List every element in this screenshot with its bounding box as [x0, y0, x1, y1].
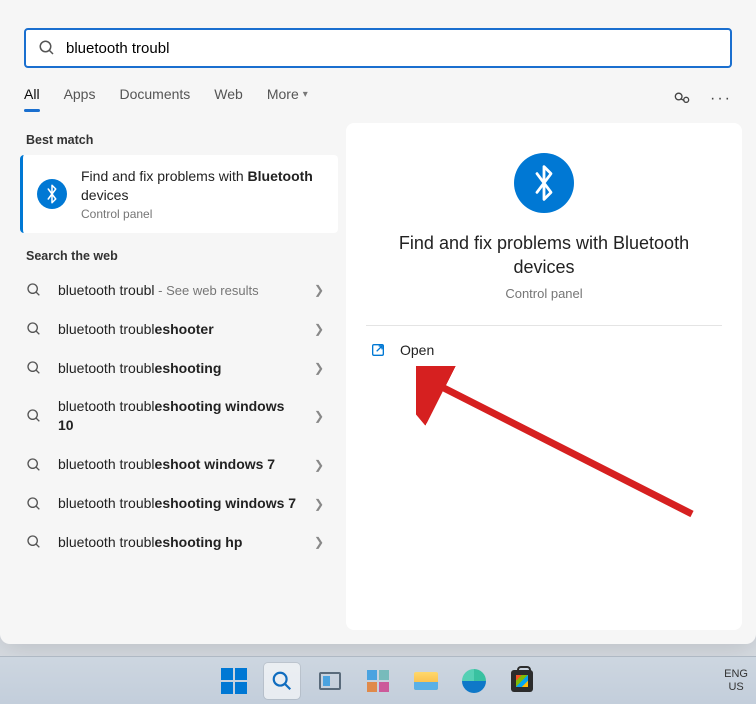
search-icon: [26, 534, 42, 550]
bluetooth-icon: [514, 153, 574, 213]
results-left-column: Best match Find and fix problems with Bl…: [8, 123, 338, 630]
open-external-icon: [370, 342, 386, 358]
search-web-label: Search the web: [8, 239, 338, 271]
web-result-text: bluetooth troubleshooting windows 10: [58, 397, 298, 435]
search-icon: [271, 670, 293, 692]
file-explorer-button[interactable]: [408, 663, 444, 699]
taskbar: ENG US: [0, 656, 756, 704]
web-result-item[interactable]: bluetooth troubleshooting ❯: [8, 349, 338, 388]
bluetooth-icon: [37, 179, 67, 209]
results-area: Best match Find and fix problems with Bl…: [0, 113, 756, 644]
tab-web[interactable]: Web: [214, 86, 243, 112]
chevron-right-icon: ❯: [314, 322, 324, 336]
task-view-button[interactable]: [312, 663, 348, 699]
search-bar[interactable]: [24, 28, 732, 68]
web-result-text: bluetooth troubleshoot windows 7: [58, 455, 298, 474]
search-icon: [38, 39, 56, 57]
search-icon: [26, 360, 42, 376]
task-view-icon: [319, 672, 341, 690]
chevron-right-icon: ❯: [314, 361, 324, 375]
web-result-item[interactable]: bluetooth troubleshooting hp ❯: [8, 523, 338, 562]
taskbar-system-tray: ENG US: [724, 668, 748, 692]
search-icon: [26, 457, 42, 473]
windows-search-panel: All Apps Documents Web More▾ ··· Best ma…: [0, 0, 756, 644]
search-bar-container: [0, 0, 756, 68]
start-button[interactable]: [216, 663, 252, 699]
web-result-text: bluetooth troubleshooting: [58, 359, 298, 378]
web-result-text: bluetooth troubleshooter: [58, 320, 298, 339]
detail-subtitle: Control panel: [505, 286, 582, 301]
web-result-text: bluetooth troubl - See web results: [58, 281, 298, 300]
tabs-row: All Apps Documents Web More▾ ···: [0, 68, 756, 113]
tab-documents[interactable]: Documents: [119, 86, 190, 112]
tab-apps[interactable]: Apps: [64, 86, 96, 112]
filter-tabs: All Apps Documents Web More▾: [24, 86, 308, 112]
best-match-label: Best match: [8, 123, 338, 155]
chevron-right-icon: ❯: [314, 458, 324, 472]
web-result-item[interactable]: bluetooth troubleshooting windows 7 ❯: [8, 484, 338, 523]
open-action[interactable]: Open: [366, 326, 722, 374]
search-input[interactable]: [56, 40, 718, 57]
windows-logo-icon: [221, 668, 247, 694]
search-icon: [26, 282, 42, 298]
detail-pane: Find and fix problems with Bluetooth dev…: [346, 123, 742, 630]
best-match-result[interactable]: Find and fix problems with Bluetooth dev…: [20, 155, 338, 233]
taskbar-search-button[interactable]: [264, 663, 300, 699]
chevron-right-icon: ❯: [314, 535, 324, 549]
web-result-text: bluetooth troubleshooting windows 7: [58, 494, 298, 513]
chevron-right-icon: ❯: [314, 283, 324, 297]
web-result-item[interactable]: bluetooth troubleshoot windows 7 ❯: [8, 445, 338, 484]
widgets-icon: [367, 670, 389, 692]
edge-button[interactable]: [456, 663, 492, 699]
search-icon: [26, 321, 42, 337]
microsoft-store-button[interactable]: [504, 663, 540, 699]
tab-more[interactable]: More▾: [267, 86, 308, 112]
search-icon: [26, 496, 42, 512]
chevron-right-icon: ❯: [314, 409, 324, 423]
edge-icon: [462, 669, 486, 693]
folder-icon: [414, 672, 438, 690]
search-icon: [26, 408, 42, 424]
web-result-text: bluetooth troubleshooting hp: [58, 533, 298, 552]
chevron-right-icon: ❯: [314, 497, 324, 511]
web-result-item[interactable]: bluetooth troubl - See web results ❯: [8, 271, 338, 310]
web-results-list: bluetooth troubl - See web results❯bluet…: [8, 271, 338, 562]
web-result-item[interactable]: bluetooth troubleshooter ❯: [8, 310, 338, 349]
language-indicator[interactable]: ENG US: [724, 668, 748, 692]
best-match-text: Find and fix problems with Bluetooth dev…: [81, 167, 324, 221]
web-result-item[interactable]: bluetooth troubleshooting windows 10 ❯: [8, 387, 338, 445]
store-icon: [511, 670, 533, 692]
widgets-button[interactable]: [360, 663, 396, 699]
tabs-actions: ···: [672, 89, 732, 109]
detail-title: Find and fix problems with Bluetooth dev…: [366, 231, 722, 280]
search-in-work-icon[interactable]: [672, 89, 692, 109]
open-label: Open: [400, 342, 434, 358]
taskbar-pinned-apps: [216, 663, 540, 699]
chevron-down-icon: ▾: [303, 89, 308, 100]
more-options-button[interactable]: ···: [710, 90, 732, 108]
tab-all[interactable]: All: [24, 86, 40, 112]
